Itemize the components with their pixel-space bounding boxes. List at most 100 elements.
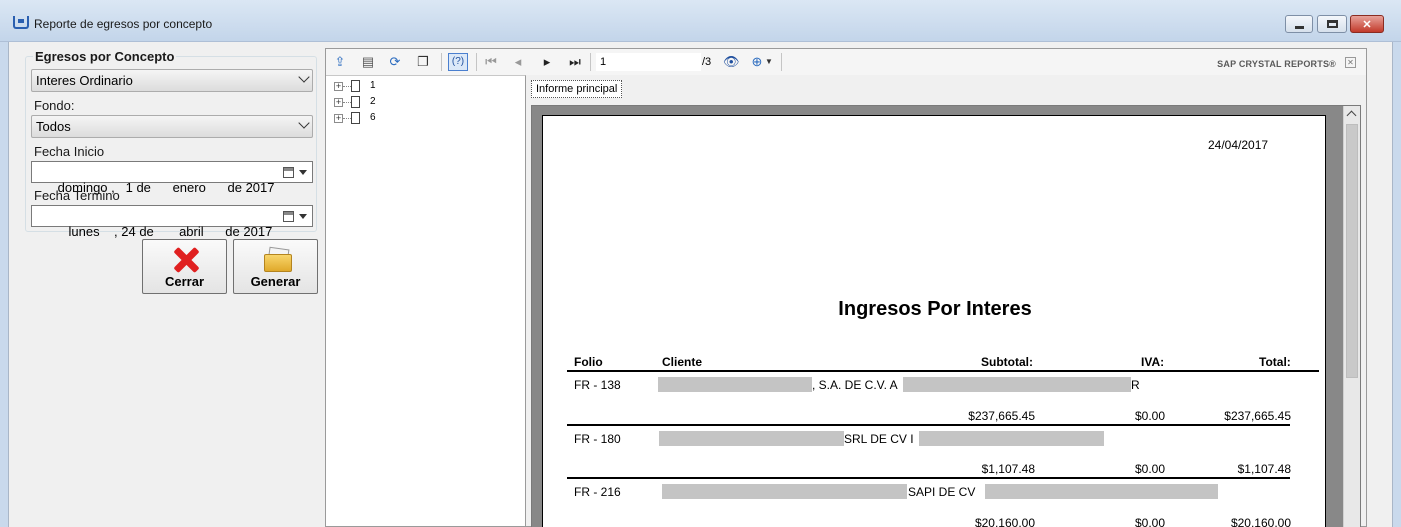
close-icon: ✕ xyxy=(1362,18,1372,31)
row-total: $1,107.48 xyxy=(1237,462,1291,476)
row-iva: $0.00 xyxy=(1134,516,1165,527)
export-icon[interactable]: ⇪ xyxy=(332,54,348,70)
minimize-button[interactable] xyxy=(1285,15,1313,33)
toolbar-separator xyxy=(476,53,477,71)
app-icon xyxy=(13,16,29,29)
generar-button[interactable]: Generar xyxy=(233,239,318,294)
tree-node-label: 2 xyxy=(370,96,376,107)
tab-informe-principal[interactable]: Informe principal xyxy=(531,80,623,98)
print-icon[interactable]: ▤ xyxy=(360,54,376,70)
row-total: $237,665.45 xyxy=(1224,409,1291,423)
scroll-thumb[interactable] xyxy=(1346,124,1358,378)
redaction xyxy=(659,431,844,446)
fondo-label: Fondo: xyxy=(34,98,75,113)
row-subtotal: $237,665.45 xyxy=(968,409,1035,423)
calendar-icon[interactable] xyxy=(283,211,294,222)
crystal-brand: SAP CRYSTAL REPORTS® xyxy=(1217,59,1336,69)
row-folio: FR - 138 xyxy=(574,378,621,392)
group-title: Egresos por Concepto xyxy=(33,49,177,64)
redaction xyxy=(662,484,907,499)
red-x-icon xyxy=(172,246,200,274)
row-cliente-tail: R xyxy=(1131,378,1140,392)
document-icon xyxy=(351,112,360,124)
window-client: Egresos por Concepto Interes Ordinario F… xyxy=(8,42,1393,527)
row-folio: FR - 180 xyxy=(574,432,621,446)
report-viewer: ⇪ ▤ ⟳ ❐ (?) ⏮ ◂ ▸ ⏭ /3 👁 ⊕ ▼ SAP CRYSTAL… xyxy=(325,48,1367,527)
document-icon xyxy=(351,96,360,108)
chevron-down-icon xyxy=(298,71,310,83)
dropdown-arrow-icon[interactable] xyxy=(299,214,307,219)
previous-page-icon[interactable]: ◂ xyxy=(510,54,526,70)
fondo-value: Todos xyxy=(36,119,71,134)
last-page-icon[interactable]: ⏭ xyxy=(567,54,583,70)
report-vertical-scrollbar[interactable] xyxy=(1343,106,1360,527)
toggle-group-tree-icon[interactable]: ❐ xyxy=(415,54,431,70)
toolbar-separator xyxy=(590,53,591,71)
help-icon: (?) xyxy=(451,56,465,67)
maximize-icon xyxy=(1326,20,1338,28)
binoculars-icon[interactable]: 👁 xyxy=(723,54,740,70)
maximize-button[interactable] xyxy=(1317,15,1347,33)
group-tree: + 1 + 2 + 6 xyxy=(326,75,526,526)
chevron-down-icon xyxy=(298,117,310,129)
row-folio: FR - 216 xyxy=(574,485,621,499)
row-cliente: SRL DE CV I xyxy=(844,432,914,446)
expand-icon[interactable]: + xyxy=(334,82,343,91)
fecha-termino-value: lunes , 24 de abril de 2017 xyxy=(57,224,273,239)
header-subtotal: Subtotal: xyxy=(981,355,1033,369)
fecha-inicio-label: Fecha Inicio xyxy=(34,144,105,159)
chevron-up-icon[interactable] xyxy=(1346,110,1357,121)
minimize-icon xyxy=(1294,25,1304,29)
page-number-input[interactable] xyxy=(596,53,701,71)
concepto-value: Interes Ordinario xyxy=(36,73,133,88)
close-icon[interactable]: ✕ xyxy=(1345,57,1356,68)
header-total: Total: xyxy=(1259,355,1291,369)
row-total: $20,160.00 xyxy=(1230,516,1291,527)
window-title: Reporte de egresos por concepto xyxy=(34,17,213,31)
header-cliente: Cliente xyxy=(662,355,703,369)
cerrar-label: Cerrar xyxy=(164,274,205,289)
next-page-icon[interactable]: ▸ xyxy=(539,54,555,70)
redaction xyxy=(985,484,1218,499)
tree-node-label: 1 xyxy=(370,80,376,91)
row-rule xyxy=(567,424,1290,426)
expand-icon[interactable]: + xyxy=(334,98,343,107)
fecha-termino-picker[interactable]: lunes , 24 de abril de 2017 xyxy=(31,205,313,239)
cerrar-button[interactable]: Cerrar xyxy=(142,239,227,294)
folder-document-icon xyxy=(264,246,292,272)
zoom-dropdown-icon[interactable]: ▼ xyxy=(764,54,774,70)
redaction xyxy=(903,377,1131,392)
redaction xyxy=(919,431,1104,446)
fondo-combo[interactable]: Todos xyxy=(31,115,313,138)
filter-group: Egresos por Concepto Interes Ordinario F… xyxy=(25,49,317,239)
report-date: 24/04/2017 xyxy=(1208,138,1269,152)
row-iva: $0.00 xyxy=(1134,462,1165,476)
first-page-icon[interactable]: ⏮ xyxy=(483,54,499,70)
row-subtotal: $1,107.48 xyxy=(981,462,1035,476)
fecha-inicio-picker[interactable]: domingo , 1 de enero de 2017 xyxy=(31,161,313,195)
report-page-area: 24/04/2017 Ingresos Por Interes Folio Cl… xyxy=(531,105,1361,527)
header-folio: Folio xyxy=(574,355,603,369)
toolbar-separator xyxy=(441,53,442,71)
row-rule xyxy=(567,477,1290,479)
report-title: Ingresos Por Interes xyxy=(838,298,1032,320)
close-window-button[interactable]: ✕ xyxy=(1350,15,1384,33)
report-page: 24/04/2017 Ingresos Por Interes Folio Cl… xyxy=(542,115,1326,527)
row-subtotal: $20,160.00 xyxy=(974,516,1035,527)
redaction xyxy=(658,377,812,392)
concepto-combo[interactable]: Interes Ordinario xyxy=(31,69,313,92)
calendar-icon[interactable] xyxy=(283,167,294,178)
viewer-toolbar: ⇪ ▤ ⟳ ❐ (?) ⏮ ◂ ▸ ⏭ /3 👁 ⊕ ▼ SAP CRYSTAL… xyxy=(326,49,1366,75)
expand-icon[interactable]: + xyxy=(334,114,343,123)
refresh-icon[interactable]: ⟳ xyxy=(387,54,403,70)
toolbar-separator xyxy=(781,53,782,71)
row-cliente: SAPI DE CV xyxy=(908,485,976,499)
help-button[interactable]: (?) xyxy=(448,53,468,71)
row-cliente: , S.A. DE C.V. A xyxy=(812,378,898,392)
dropdown-arrow-icon[interactable] xyxy=(299,170,307,175)
row-iva: $0.00 xyxy=(1134,409,1165,423)
generar-label: Generar xyxy=(250,274,301,289)
header-rule xyxy=(567,370,1319,372)
zoom-icon[interactable]: ⊕ xyxy=(749,54,765,70)
tree-node-label: 6 xyxy=(370,112,376,123)
